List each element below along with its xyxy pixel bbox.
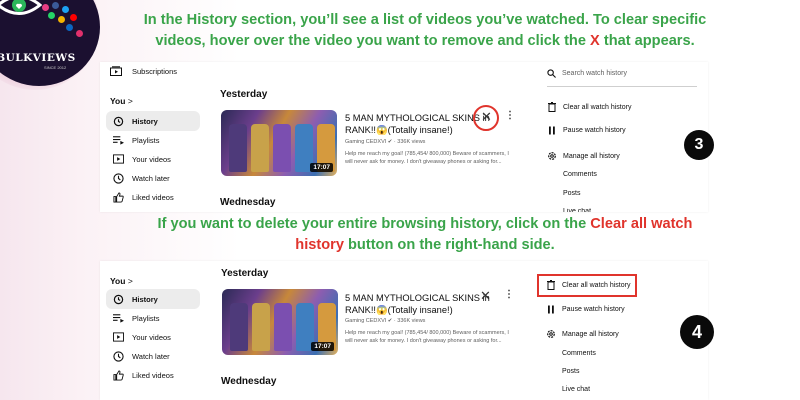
video-title[interactable]: 5 MAN MYTHOLOGICAL SKINS in RANK!!😱(Tota…	[345, 292, 495, 316]
section-wednesday: Wednesday	[220, 197, 276, 208]
more-options-button[interactable]: ⋮	[504, 289, 514, 300]
pause-icon	[549, 126, 555, 135]
link-posts[interactable]: Posts	[563, 190, 581, 197]
sidebar-item-playlists[interactable]: Playlists	[106, 308, 200, 328]
clock-icon	[112, 350, 124, 362]
clear-all-watch-history-button[interactable]: Clear all watch history	[547, 102, 631, 112]
gear-icon	[547, 330, 555, 338]
search-watch-history-input[interactable]: Search watch history	[547, 69, 627, 78]
trash-icon	[548, 102, 556, 112]
search-icon	[547, 69, 556, 78]
instruction-step4: If you want to delete your entire browsi…	[140, 214, 710, 256]
history-screenshot-1: Subscriptions You > History Playlists Yo…	[100, 62, 708, 212]
instruction-step3-line2: videos, hover over the video you want to…	[155, 33, 695, 49]
video-meta[interactable]: Gaming CEDXVI ✔ · 336K views	[345, 318, 425, 324]
subscriptions-icon	[110, 66, 122, 76]
clock-icon	[112, 172, 124, 184]
video-description: Help me reach my goal! (785,454/ 800,000…	[345, 151, 509, 165]
link-comments[interactable]: Comments	[563, 171, 597, 178]
pause-watch-history-button[interactable]: Pause watch history	[546, 305, 625, 314]
section-wednesday: Wednesday	[221, 376, 277, 387]
manage-all-history-button[interactable]: Manage all history	[547, 151, 620, 161]
sidebar-item-watch-later[interactable]: Watch later	[106, 346, 200, 366]
link-live-chat[interactable]: Live chat	[562, 386, 590, 393]
brand-logo: BULKVIEWS SINCE 2012	[0, 0, 100, 86]
link-live-chat[interactable]: Live chat	[563, 208, 591, 212]
sidebar-item-your-videos[interactable]: Your videos	[106, 327, 200, 347]
video-thumbnail[interactable]: 17:07	[222, 289, 338, 355]
sidebar-item-watch-later[interactable]: Watch later	[106, 168, 200, 188]
sidebar-item-playlists[interactable]: Playlists	[106, 130, 200, 150]
you-heading[interactable]: You >	[110, 96, 133, 106]
instruction-step4-line1: If you want to delete your entire browsi…	[157, 216, 693, 232]
remove-video-button[interactable]: ✕	[480, 288, 491, 304]
section-yesterday: Yesterday	[221, 268, 269, 279]
thumbs-up-icon	[112, 369, 124, 381]
sidebar-item-history[interactable]: History	[106, 289, 200, 309]
eye-icon	[0, 0, 42, 15]
video-meta[interactable]: Gaming CEDXVI ✔ · 336K views	[345, 139, 425, 145]
video-duration: 17:07	[311, 342, 334, 351]
video-thumbnail[interactable]: 17:07	[221, 110, 337, 176]
you-heading[interactable]: You >	[110, 276, 133, 286]
trash-icon	[547, 280, 555, 290]
history-icon	[113, 294, 123, 304]
history-screenshot-2: You > History Playlists Your videos Watc…	[100, 261, 708, 400]
thumbs-up-icon	[112, 191, 124, 203]
pause-watch-history-button[interactable]: Pause watch history	[547, 126, 626, 135]
step-badge-4: 4	[680, 315, 714, 349]
sidebar-item-liked-videos[interactable]: Liked videos	[106, 365, 200, 385]
instruction-step3: In the History section, you’ll see a lis…	[110, 10, 740, 52]
search-underline	[547, 86, 697, 87]
pause-icon	[548, 305, 554, 314]
brand-name: BULKVIEWS	[0, 52, 76, 64]
playlist-icon	[112, 314, 124, 323]
history-icon	[113, 116, 123, 126]
brand-tagline: SINCE 2012	[44, 65, 67, 70]
sidebar-item-liked-videos[interactable]: Liked videos	[106, 187, 200, 207]
play-icon	[112, 154, 124, 164]
clear-all-watch-history-button[interactable]: Clear all watch history	[546, 280, 630, 290]
verified-icon: ✔	[387, 318, 393, 324]
playlist-icon	[112, 136, 124, 145]
remove-video-button[interactable]: ✕	[481, 109, 492, 125]
gear-icon	[548, 152, 556, 160]
instruction-step4-line2: history button on the right-hand side.	[295, 237, 555, 253]
manage-all-history-button[interactable]: Manage all history	[546, 329, 619, 339]
link-posts[interactable]: Posts	[562, 368, 580, 375]
play-icon	[112, 332, 124, 342]
verified-icon: ✔	[387, 139, 393, 145]
section-yesterday: Yesterday	[220, 89, 268, 100]
video-description: Help me reach my goal! (785,454/ 800,000…	[345, 330, 509, 344]
video-duration: 17:07	[310, 163, 333, 172]
link-comments[interactable]: Comments	[562, 350, 596, 357]
sidebar-item-subscriptions[interactable]: Subscriptions	[110, 66, 177, 76]
sidebar-item-history[interactable]: History	[106, 111, 200, 131]
more-options-button[interactable]: ⋮	[505, 110, 515, 121]
sidebar-item-your-videos[interactable]: Your videos	[106, 149, 200, 169]
step-badge-3: 3	[684, 130, 714, 160]
instruction-step3-line1: In the History section, you’ll see a lis…	[143, 12, 707, 28]
